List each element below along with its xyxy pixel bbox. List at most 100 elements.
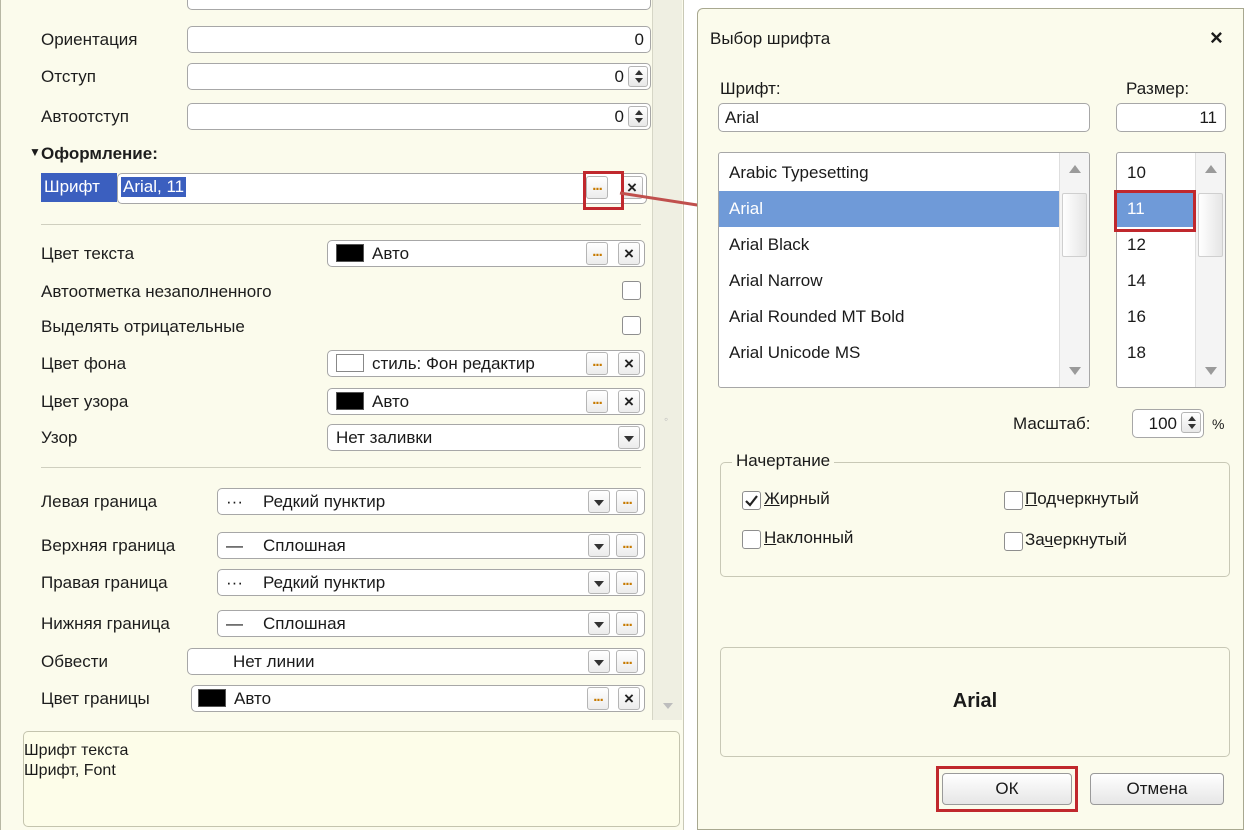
bold-label[interactable]: Жирный xyxy=(764,489,830,509)
strike-text: еркнутый xyxy=(1053,530,1127,549)
bottom-border-select[interactable]: — Сплошная ... xyxy=(217,610,645,637)
top-border-select[interactable]: — Сплошная ... xyxy=(217,532,645,559)
font-list-item[interactable]: Arial xyxy=(719,191,1059,227)
highlight-negative-checkbox[interactable] xyxy=(622,316,641,335)
annotation-highlight xyxy=(1114,190,1196,232)
scale-unit: % xyxy=(1212,416,1225,432)
properties-scrollbar[interactable]: ◦ xyxy=(652,0,682,720)
close-icon[interactable]: × xyxy=(1210,25,1223,51)
orientation-field[interactable]: 0 xyxy=(187,26,651,53)
font-list-item[interactable]: Arial Unicode MS xyxy=(719,335,1059,371)
size-list-item[interactable]: 12 xyxy=(1117,227,1195,263)
pattern-dropdown-icon[interactable] xyxy=(618,426,640,449)
scale-input[interactable]: 100 xyxy=(1132,409,1204,438)
bottom-border-select-button[interactable]: ... xyxy=(616,612,638,635)
indent-spin-icon[interactable] xyxy=(628,66,648,87)
size-input[interactable]: 11 xyxy=(1116,103,1226,132)
outline-select-button[interactable]: ... xyxy=(616,650,638,673)
size-list-scrollbar[interactable] xyxy=(1195,153,1225,387)
scroll-thumb[interactable] xyxy=(1198,193,1223,257)
font-name-label: Шрифт: xyxy=(720,79,781,98)
underline-checkbox[interactable] xyxy=(1004,491,1023,510)
font-name-input[interactable]: Arial xyxy=(718,103,1090,132)
right-border-select[interactable]: ··· Редкий пунктир ... xyxy=(217,569,645,596)
font-list[interactable]: Arabic Typesetting Arial Arial Black Arial … xyxy=(718,152,1090,388)
back-color-select-button[interactable]: ... xyxy=(586,352,608,375)
strike-checkbox[interactable] xyxy=(1004,532,1023,551)
back-color-field[interactable]: стиль: Фон редактир ... × xyxy=(327,350,645,377)
top-border-dropdown-icon[interactable] xyxy=(588,534,610,557)
pattern-color-select-button[interactable]: ... xyxy=(586,390,608,413)
underline-accel: П xyxy=(1025,489,1038,508)
left-border-select-button[interactable]: ... xyxy=(616,490,638,513)
bold-checkbox[interactable] xyxy=(742,491,761,510)
scroll-up-icon[interactable] xyxy=(1069,165,1081,173)
scale-spin-icon[interactable] xyxy=(1181,412,1201,433)
font-list-item[interactable]: Arial Black xyxy=(719,227,1059,263)
auto-mark-empty-checkbox[interactable] xyxy=(622,281,641,300)
scroll-down-icon[interactable] xyxy=(1069,367,1081,375)
cancel-button[interactable]: Отмена xyxy=(1090,773,1224,805)
bold-accel: Ж xyxy=(764,489,780,508)
font-list-item[interactable]: Arial Rounded MT Bold xyxy=(719,299,1059,335)
bottom-border-style-icon: — xyxy=(226,614,243,633)
font-list-scrollbar[interactable] xyxy=(1059,153,1089,387)
bottom-border-dropdown-icon[interactable] xyxy=(588,612,610,635)
right-border-select-button[interactable]: ... xyxy=(616,571,638,594)
auto-indent-spin-icon[interactable] xyxy=(628,106,648,127)
separator xyxy=(41,224,641,225)
bottom-border-value: Сплошная xyxy=(263,614,346,633)
left-border-select[interactable]: ··· Редкий пунктир ... xyxy=(217,488,645,515)
pattern-color-value: Авто xyxy=(372,392,410,411)
border-color-clear-button[interactable]: × xyxy=(618,687,640,710)
font-list-item[interactable]: Arial Narrow xyxy=(719,263,1059,299)
text-color-select-button[interactable]: ... xyxy=(586,242,608,265)
scroll-down-icon[interactable] xyxy=(1205,367,1217,375)
style-group xyxy=(720,462,1230,577)
right-border-dropdown-icon[interactable] xyxy=(588,571,610,594)
border-color-field[interactable]: Авто ... × xyxy=(191,685,645,712)
size-list-item[interactable]: 18 xyxy=(1117,335,1195,371)
auto-indent-field[interactable]: 0 xyxy=(187,103,651,130)
underline-label[interactable]: Подчеркнутый xyxy=(1025,489,1139,509)
font-list-item[interactable]: Arabic Typesetting xyxy=(719,155,1059,191)
text-color-value: Авто xyxy=(372,244,410,263)
italic-label[interactable]: Наклонный xyxy=(764,528,853,548)
size-list-item[interactable]: 14 xyxy=(1117,263,1195,299)
text-color-clear-button[interactable]: × xyxy=(618,242,640,265)
pattern-color-field[interactable]: Авто ... × xyxy=(327,388,645,415)
size-list-item[interactable]: 10 xyxy=(1117,155,1195,191)
scroll-down-icon[interactable] xyxy=(663,703,673,709)
left-border-dropdown-icon[interactable] xyxy=(588,490,610,513)
text-color-field[interactable]: Авто ... × xyxy=(327,240,645,267)
size-list-item[interactable]: 16 xyxy=(1117,299,1195,335)
outline-dropdown-icon[interactable] xyxy=(588,650,610,673)
font-name-value: Arial xyxy=(725,108,760,127)
scroll-up-icon[interactable] xyxy=(1205,165,1217,173)
help-box: Шрифт текста Шрифт, Font xyxy=(23,731,680,827)
left-border-style-icon: ··· xyxy=(226,492,243,511)
pattern-value: Нет заливки xyxy=(336,428,433,447)
border-color-select-button[interactable]: ... xyxy=(587,687,609,710)
back-color-clear-button[interactable]: × xyxy=(618,352,640,375)
font-field[interactable]: Arial, 11 ... × xyxy=(117,173,647,204)
border-color-value: Авто xyxy=(234,689,272,708)
italic-checkbox[interactable] xyxy=(742,530,761,549)
top-border-select-button[interactable]: ... xyxy=(616,534,638,557)
bold-text: ирный xyxy=(779,489,830,508)
cutoff-field[interactable] xyxy=(187,0,651,10)
style-group-title: Начертание xyxy=(732,451,835,471)
scroll-thumb[interactable] xyxy=(1062,193,1087,257)
indent-label: Отступ xyxy=(41,67,97,86)
collapse-triangle-icon[interactable]: ▼ xyxy=(29,145,41,159)
outline-select[interactable]: Нет линии ... xyxy=(187,648,645,675)
indent-field[interactable]: 0 xyxy=(187,63,651,90)
orientation-label: Ориентация xyxy=(41,30,138,49)
help-line-2: Шрифт, Font xyxy=(24,762,116,779)
pattern-select[interactable]: Нет заливки xyxy=(327,424,645,451)
border-color-swatch xyxy=(198,689,226,707)
size-list[interactable]: 10 11 12 14 16 18 xyxy=(1116,152,1226,388)
pattern-color-clear-button[interactable]: × xyxy=(618,390,640,413)
strike-label[interactable]: Зачеркнутый xyxy=(1025,530,1127,550)
border-color-label: Цвет границы xyxy=(41,689,150,708)
